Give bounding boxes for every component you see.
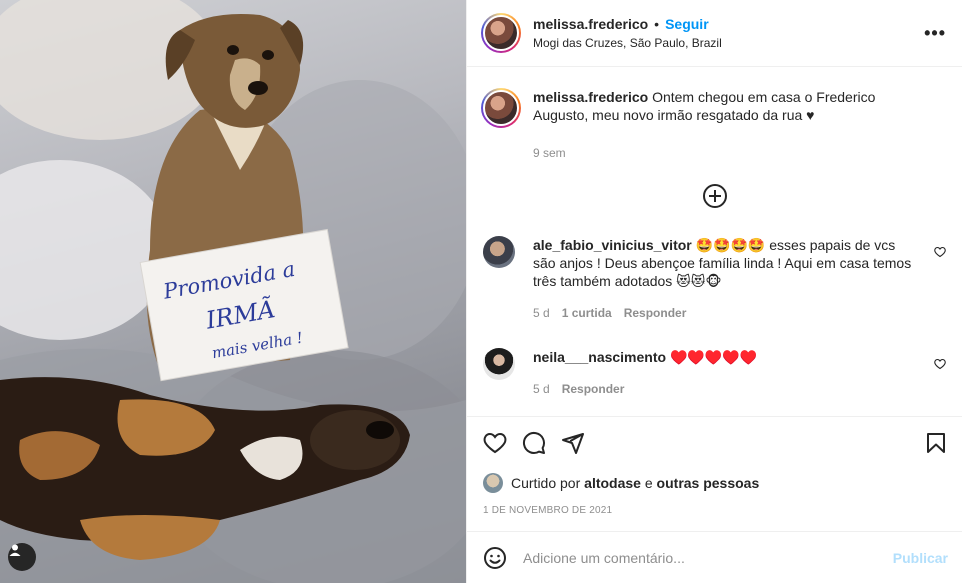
comment-composer: Publicar bbox=[467, 531, 962, 583]
heart-outline-icon[interactable] bbox=[934, 246, 946, 258]
post-photo[interactable]: Promovida a IRMÃ mais velha ! bbox=[0, 0, 466, 583]
add-circle-icon[interactable] bbox=[702, 184, 727, 208]
share-icon[interactable] bbox=[561, 431, 585, 455]
separator-dot: • bbox=[654, 16, 660, 32]
comment-item: ale_fabio_vinicius_vitor 🤩🤩🤩🤩 esses papa… bbox=[467, 236, 962, 322]
photo-illustration: Promovida a IRMÃ mais velha ! bbox=[0, 0, 466, 583]
comment-text: ♥️♥️♥️♥️♥️ bbox=[669, 349, 758, 365]
comments-area[interactable]: melissa.frederico Ontem chegou em casa o… bbox=[467, 68, 962, 415]
post-location[interactable]: Mogi das Cruzes, São Paulo, Brazil bbox=[533, 36, 924, 50]
caption-username[interactable]: melissa.frederico bbox=[533, 89, 648, 105]
bookmark-icon[interactable] bbox=[924, 431, 948, 455]
caption-avatar[interactable] bbox=[481, 88, 521, 128]
commenter-avatar[interactable] bbox=[483, 236, 515, 268]
author-username[interactable]: melissa.frederico bbox=[533, 16, 648, 32]
comment-icon[interactable] bbox=[522, 431, 546, 455]
caption-time[interactable]: 9 sem bbox=[533, 146, 962, 160]
post-modal: Promovida a IRMÃ mais velha ! melissa.fr… bbox=[0, 0, 962, 583]
liker-avatar[interactable] bbox=[483, 473, 503, 493]
comment-username[interactable]: ale_fabio_vinicius_vitor bbox=[533, 237, 692, 253]
comment-username[interactable]: neila___nascimento bbox=[533, 349, 666, 365]
heart-outline-icon[interactable] bbox=[934, 358, 946, 370]
reply-button[interactable]: Responder bbox=[624, 304, 687, 322]
heart-outline-icon[interactable] bbox=[483, 431, 507, 455]
comment-time[interactable]: 5 d bbox=[533, 380, 550, 398]
post-caption: melissa.frederico Ontem chegou em casa o… bbox=[467, 68, 962, 128]
liked-by-prefix: Curtido por bbox=[511, 475, 581, 491]
post-actions: Curtido por altodase e outras pessoas 1 … bbox=[467, 416, 962, 531]
author-avatar[interactable] bbox=[481, 13, 521, 53]
liked-by-user[interactable]: altodase bbox=[584, 475, 641, 491]
post-date[interactable]: 1 DE NOVEMBRO DE 2021 bbox=[467, 505, 962, 516]
liked-by: Curtido por altodase e outras pessoas bbox=[467, 473, 962, 493]
follow-button[interactable]: Seguir bbox=[665, 16, 709, 32]
comment-time[interactable]: 5 d bbox=[533, 304, 550, 322]
liked-by-others[interactable]: outras pessoas bbox=[657, 475, 760, 491]
comment-likes[interactable]: 1 curtida bbox=[562, 304, 612, 322]
comment-item: neila___nascimento ♥️♥️♥️♥️♥️ 5 d Respon… bbox=[467, 348, 962, 398]
tagged-users-button[interactable] bbox=[8, 543, 36, 571]
liked-by-joiner: e bbox=[644, 475, 653, 491]
reply-button[interactable]: Responder bbox=[562, 380, 625, 398]
post-side-panel: melissa.frederico • Seguir Mogi das Cruz… bbox=[466, 0, 962, 583]
user-tag-icon bbox=[9, 544, 21, 556]
ellipsis-icon[interactable]: ••• bbox=[924, 23, 946, 44]
post-header: melissa.frederico • Seguir Mogi das Cruz… bbox=[467, 0, 962, 67]
emoji-icon[interactable] bbox=[483, 546, 507, 570]
publish-button[interactable]: Publicar bbox=[893, 550, 948, 566]
comment-input[interactable] bbox=[523, 549, 893, 566]
commenter-avatar[interactable] bbox=[483, 348, 515, 380]
